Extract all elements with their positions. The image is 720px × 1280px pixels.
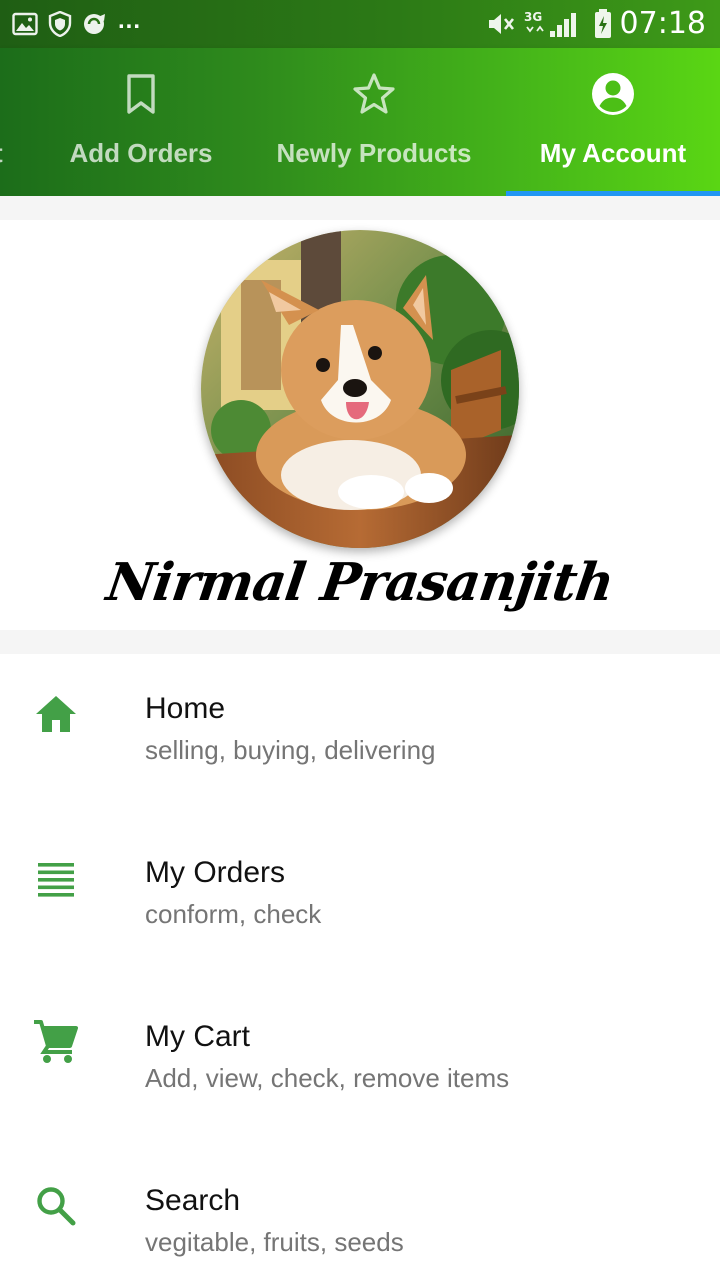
gallery-icon bbox=[12, 12, 38, 36]
menu-item-title: My Orders bbox=[145, 856, 286, 889]
tab-label: t bbox=[0, 138, 14, 169]
tab-label: Add Orders bbox=[69, 138, 213, 168]
menu-item-search[interactable]: Search vegitable, fruits, seeds bbox=[0, 1146, 720, 1280]
section-divider bbox=[0, 196, 720, 220]
shield-icon bbox=[48, 11, 72, 37]
status-bar-system: 3G 07:18 bbox=[486, 6, 706, 42]
menu-item-title: My Cart bbox=[145, 1020, 250, 1053]
tab-my-account[interactable]: My Account bbox=[506, 48, 720, 196]
account-menu-list: Home selling, buying, delivering My Orde… bbox=[0, 654, 720, 1280]
section-divider bbox=[0, 630, 720, 654]
menu-item-subtitle: conform, check bbox=[145, 899, 322, 929]
tab-partial[interactable]: t bbox=[0, 48, 20, 196]
menu-item-subtitle: vegitable, fruits, seeds bbox=[145, 1227, 404, 1257]
menu-item-subtitle: Add, view, check, remove items bbox=[145, 1063, 510, 1093]
profile-header: Nirmal Prasanjith bbox=[0, 220, 720, 630]
avatar[interactable] bbox=[201, 230, 519, 548]
tab-label: Newly Products bbox=[276, 138, 472, 168]
sync-icon bbox=[82, 11, 108, 37]
star-icon bbox=[352, 72, 396, 116]
status-time: 07:18 bbox=[619, 6, 706, 41]
status-overflow: ... bbox=[118, 7, 142, 34]
bookmark-icon bbox=[119, 72, 163, 116]
tab-newly-products[interactable]: Newly Products bbox=[262, 48, 486, 196]
menu-item-my-orders[interactable]: My Orders conform, check bbox=[0, 818, 720, 982]
profile-name: Nirmal Prasanjith bbox=[102, 552, 618, 613]
tab-add-orders[interactable]: Add Orders bbox=[40, 48, 242, 196]
mute-icon bbox=[486, 10, 516, 38]
status-bar: ... 3G 07:18 bbox=[0, 0, 720, 48]
home-icon bbox=[32, 690, 80, 738]
battery-charging-icon bbox=[594, 9, 612, 39]
search-icon bbox=[32, 1182, 80, 1230]
top-tab-bar: t Add Orders Newly Products My Account bbox=[0, 48, 720, 196]
menu-item-my-cart[interactable]: My Cart Add, view, check, remove items bbox=[0, 982, 720, 1146]
menu-item-title: Home bbox=[145, 692, 226, 725]
menu-item-subtitle: selling, buying, delivering bbox=[145, 735, 436, 765]
signal-icon: 3G bbox=[524, 9, 586, 39]
network-type-label: 3G bbox=[524, 10, 542, 24]
cart-icon bbox=[32, 1018, 80, 1066]
menu-item-title: Search bbox=[145, 1184, 241, 1217]
menu-item-home[interactable]: Home selling, buying, delivering bbox=[0, 654, 720, 818]
list-icon bbox=[32, 854, 80, 902]
status-bar-notifications: ... bbox=[12, 7, 142, 38]
tab-label: My Account bbox=[539, 138, 687, 168]
account-circle-icon bbox=[591, 72, 635, 116]
